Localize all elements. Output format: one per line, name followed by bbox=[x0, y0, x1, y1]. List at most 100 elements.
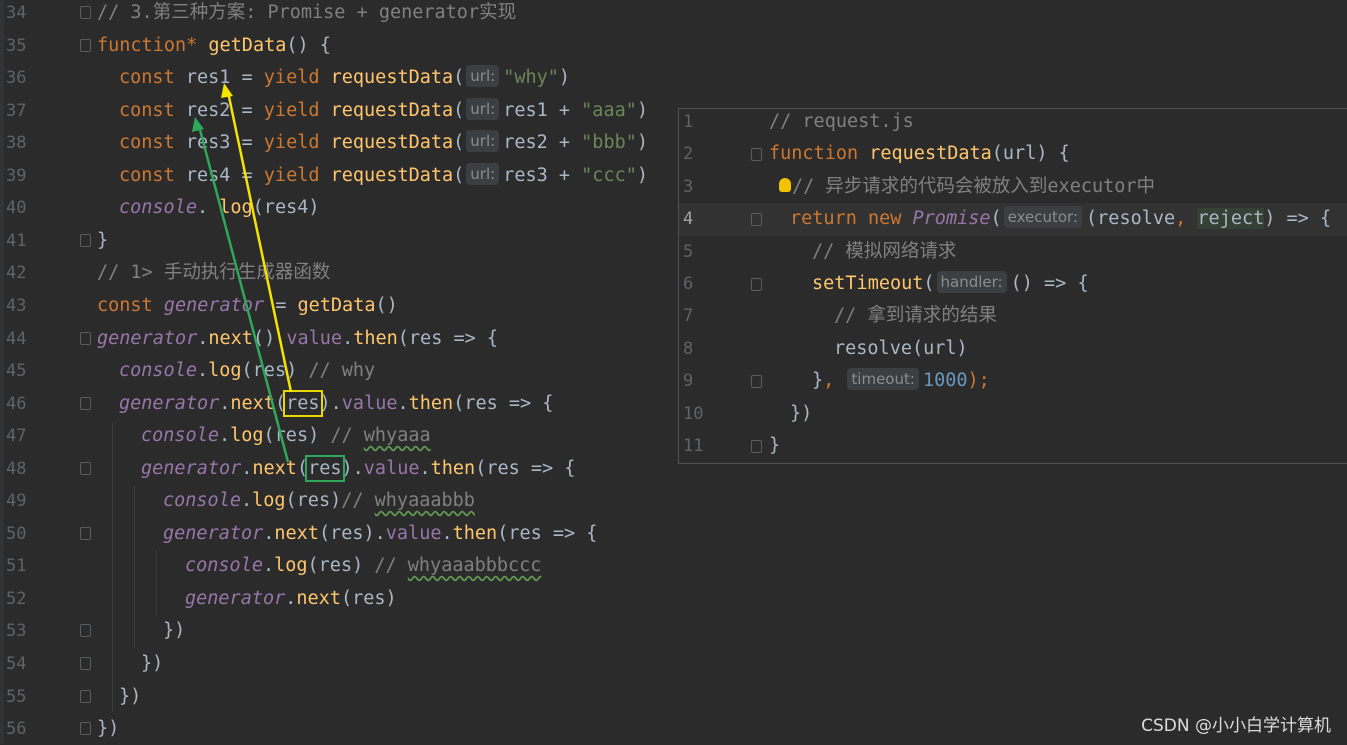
code-token: }) bbox=[790, 402, 813, 424]
line-number: 41 bbox=[6, 230, 27, 251]
fold-toggle-icon[interactable] bbox=[751, 440, 762, 453]
fold-toggle-icon[interactable] bbox=[751, 375, 762, 389]
parameter-hint: handler: bbox=[936, 271, 1007, 293]
code-token: res2 + bbox=[503, 132, 582, 154]
code-token: res2 = bbox=[185, 99, 264, 121]
line-number: 44 bbox=[6, 328, 27, 349]
code-token: , bbox=[823, 370, 846, 392]
code-text: } bbox=[97, 225, 108, 257]
code-line[interactable]: 34 // 3.第三种方案: Promise + generator实现 bbox=[0, 0, 1347, 29]
popup-code-line[interactable]: 7 // 拿到请求的结果 bbox=[679, 300, 1347, 333]
fold-toggle-icon[interactable] bbox=[80, 396, 91, 410]
fold-toggle-icon[interactable] bbox=[751, 148, 762, 162]
watermark: CSDN @小小白学计算机 bbox=[1141, 716, 1331, 736]
fold-toggle-icon[interactable] bbox=[80, 657, 91, 670]
code-token: . bbox=[196, 197, 220, 219]
code-editor[interactable]: 34// 3.第三种方案: Promise + generator实现 35 fun… bbox=[0, 0, 1347, 744]
parameter-hint: url: bbox=[466, 162, 500, 185]
code-text: // 异步请求的代码会被放入到executor中 bbox=[779, 171, 1155, 203]
code-line[interactable]: 52 generator.next(res) bbox=[0, 583, 1347, 615]
code-token: "aaa" bbox=[581, 99, 637, 121]
code-token: (res) bbox=[241, 360, 309, 382]
quick-definition-popup[interactable]: 1 // request.js 2 function requestData(url)… bbox=[678, 108, 1347, 464]
fold-toggle-icon[interactable] bbox=[80, 526, 91, 540]
popup-code-line[interactable]: 4 return new Promise(executor: (resolve, r… bbox=[679, 203, 1347, 236]
code-token: generator bbox=[119, 392, 220, 414]
code-token: then bbox=[452, 522, 498, 544]
code-line[interactable]: 50 generator.next(res).value.then(res => … bbox=[0, 518, 1347, 550]
line-number: 48 bbox=[6, 458, 27, 479]
code-line[interactable]: 55}) bbox=[0, 681, 1347, 713]
popup-code-line[interactable]: 10}) bbox=[679, 398, 1347, 431]
fold-toggle-icon[interactable] bbox=[80, 722, 91, 736]
popup-code-line[interactable]: 9}, timeout: 1000); bbox=[679, 365, 1347, 398]
code-token: "ccc" bbox=[581, 164, 637, 186]
code-text: function* getData() { bbox=[97, 30, 331, 62]
fold-toggle-icon[interactable] bbox=[80, 689, 91, 703]
fold-toggle-icon[interactable] bbox=[751, 278, 762, 291]
fold-toggle-icon[interactable] bbox=[80, 233, 91, 247]
code-text: }, timeout: 1000); bbox=[812, 365, 990, 397]
code-text: const generator = getData() bbox=[97, 290, 398, 322]
code-token: // 拿到请求的结果 bbox=[834, 305, 997, 327]
code-token: log bbox=[274, 555, 308, 577]
parameter-hint: url: bbox=[466, 130, 500, 153]
code-token: (url) { bbox=[991, 143, 1070, 165]
indent-guide bbox=[156, 550, 157, 616]
fold-toggle-icon[interactable] bbox=[80, 38, 91, 52]
highlighted-arg: res bbox=[305, 454, 345, 482]
code-token: (res) bbox=[263, 425, 331, 447]
parameter-hint: timeout: bbox=[847, 368, 919, 391]
popup-code-line[interactable]: 3 // 异步请求的代码会被放入到executor中 bbox=[679, 171, 1347, 204]
code-token: . bbox=[397, 392, 409, 414]
fold-toggle-icon[interactable] bbox=[80, 624, 91, 638]
code-token: ( bbox=[274, 392, 287, 414]
code-token: yield bbox=[263, 67, 331, 89]
fold-toggle-icon[interactable] bbox=[80, 461, 91, 475]
code-line[interactable]: 36 const res1 = yield requestData(url: "wh… bbox=[0, 62, 1347, 94]
code-text: }) bbox=[141, 648, 163, 680]
code-token: "why" bbox=[503, 67, 559, 89]
popup-code-line[interactable]: 6 setTimeout(handler:() => { bbox=[679, 268, 1347, 301]
code-token: . bbox=[262, 555, 275, 577]
code-token: ) bbox=[636, 99, 649, 121]
code-token: res1 + bbox=[503, 99, 582, 121]
code-token: next bbox=[252, 457, 297, 479]
parameter-hint: url: bbox=[466, 65, 500, 88]
code-token: // why bbox=[308, 360, 376, 382]
code-line[interactable]: 35 function* getData() { bbox=[0, 30, 1347, 62]
code-token: function bbox=[769, 143, 870, 165]
popup-code-line[interactable]: 2 function requestData(url) { bbox=[679, 138, 1347, 171]
popup-code-line[interactable]: 1 // request.js bbox=[679, 106, 1347, 139]
code-line[interactable]: 54}) bbox=[0, 648, 1347, 680]
code-token: () { bbox=[286, 34, 331, 56]
indent-guide bbox=[112, 422, 113, 712]
fold-toggle-icon[interactable] bbox=[751, 213, 762, 227]
popup-code-line[interactable]: 8 resolve(url) bbox=[679, 333, 1347, 366]
code-token: . bbox=[419, 457, 431, 479]
line-number: 43 bbox=[6, 295, 27, 316]
code-line[interactable]: 49 console.log(res)// whyaaabbb bbox=[0, 485, 1347, 517]
code-token: (res => { bbox=[453, 392, 554, 414]
popup-code-line[interactable]: 5 // 模拟网络请求 bbox=[679, 236, 1347, 269]
code-token: , bbox=[1175, 208, 1198, 230]
code-token: generator bbox=[141, 457, 242, 479]
code-token: console bbox=[141, 425, 219, 447]
code-line[interactable]: 51 console.log(res) // whyaaabbbccc bbox=[0, 550, 1347, 582]
code-token: console bbox=[163, 490, 241, 512]
code-token: () => { bbox=[1010, 273, 1089, 294]
code-line[interactable]: 53}) bbox=[0, 615, 1347, 647]
popup-code-line[interactable]: 11} bbox=[679, 430, 1347, 463]
line-number: 53 bbox=[6, 621, 27, 642]
fold-toggle-icon[interactable] bbox=[80, 6, 91, 19]
fold-toggle-icon[interactable] bbox=[80, 331, 91, 345]
code-token: reject bbox=[1197, 208, 1265, 230]
code-token: * bbox=[186, 34, 209, 56]
code-token: const bbox=[119, 132, 186, 154]
code-text: console.log(res) // whyaaa bbox=[141, 420, 431, 452]
code-token: }) bbox=[141, 653, 164, 674]
line-number: 4 bbox=[683, 209, 694, 230]
code-token: yield bbox=[263, 99, 331, 121]
code-token: resolve(url) bbox=[834, 337, 968, 359]
code-comment: whyaaa bbox=[363, 425, 431, 447]
